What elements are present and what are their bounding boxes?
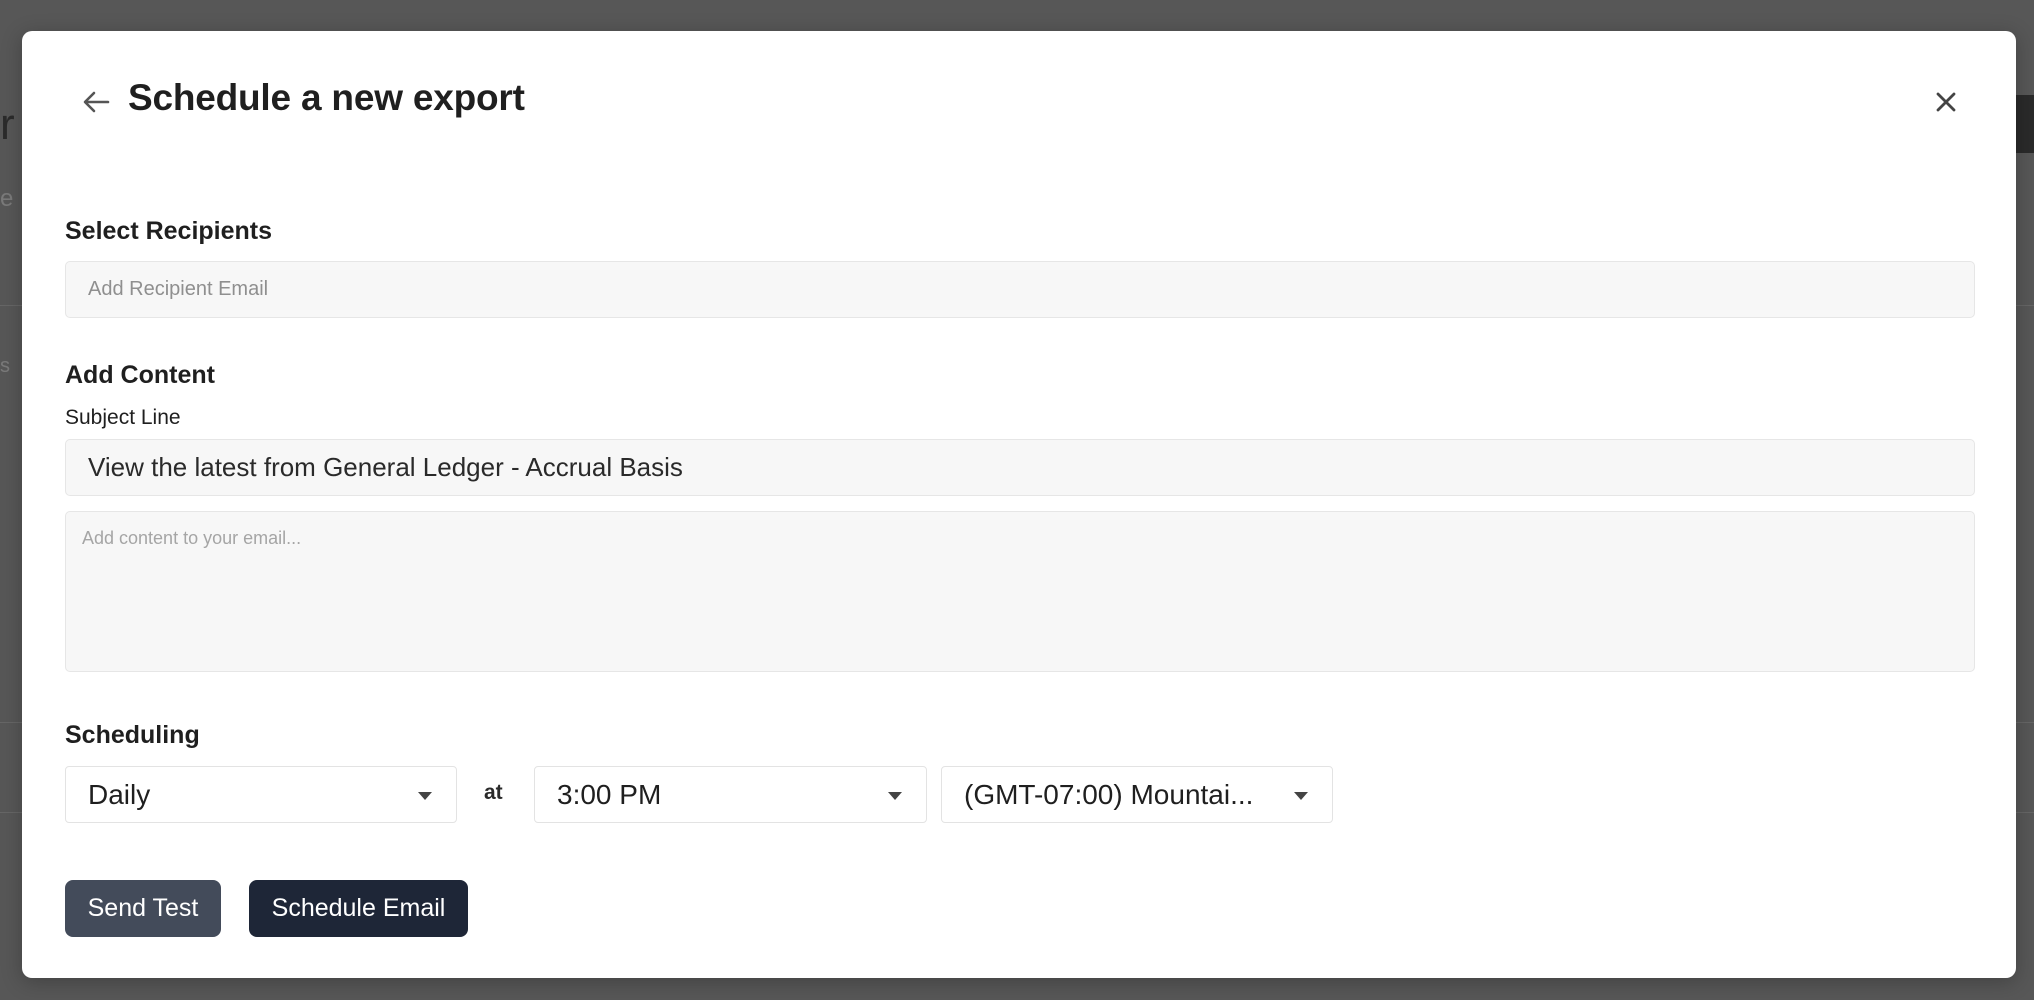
background-page-fragment: e: [0, 185, 14, 212]
email-content-textarea[interactable]: [65, 511, 1975, 672]
frequency-value: Daily: [88, 778, 151, 810]
modal-header: Schedule a new export: [22, 31, 2016, 171]
arrow-left-icon[interactable]: [78, 84, 114, 120]
recipient-email-input[interactable]: [65, 261, 1975, 318]
chevron-down-icon: [418, 791, 432, 800]
send-test-button[interactable]: Send Test: [65, 880, 221, 937]
subject-line-input[interactable]: [65, 439, 1975, 496]
time-select[interactable]: 3:00 PM: [534, 766, 927, 823]
time-value: 3:00 PM: [557, 778, 662, 810]
modal-title: Schedule a new export: [128, 77, 525, 118]
schedule-export-modal: Schedule a new export Select Recipients …: [22, 31, 2016, 978]
scheduling-label: Scheduling: [65, 721, 200, 749]
frequency-select[interactable]: Daily: [65, 766, 457, 823]
background-page-fragment: s: [0, 355, 10, 377]
close-icon[interactable]: [1928, 84, 1964, 120]
content-label: Add Content: [65, 361, 215, 389]
timezone-select[interactable]: (GMT-07:00) Mountai...: [941, 766, 1333, 823]
background-page-fragment: r: [0, 100, 15, 149]
at-label: at: [484, 781, 503, 804]
schedule-email-button[interactable]: Schedule Email: [249, 880, 468, 937]
timezone-value: (GMT-07:00) Mountai...: [964, 778, 1254, 810]
subject-line-label: Subject Line: [65, 406, 181, 429]
recipients-label: Select Recipients: [65, 217, 273, 245]
chevron-down-icon: [1294, 791, 1308, 800]
chevron-down-icon: [888, 791, 902, 800]
